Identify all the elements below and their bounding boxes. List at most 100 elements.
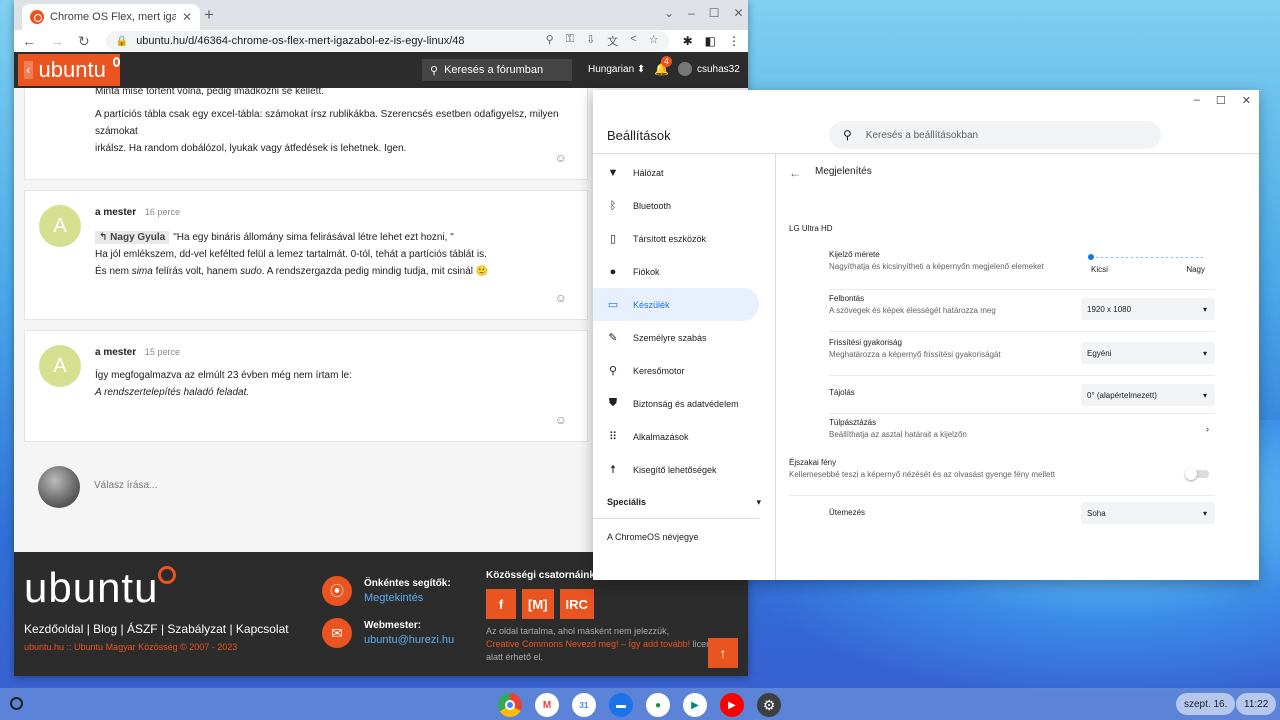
post-author[interactable]: a mester 15 perce	[95, 347, 180, 358]
row-sublabel: Kellemesebbé teszi a képernyő nézését és…	[789, 470, 1055, 479]
zoom-icon[interactable]: ⚲	[546, 33, 554, 49]
reload-icon[interactable]: ↻	[78, 33, 90, 50]
sidebar-item-accounts[interactable]: ● Fiókok	[593, 255, 759, 288]
install-icon[interactable]: ⇩	[586, 33, 595, 49]
meet-icon[interactable]: ▶	[683, 693, 707, 717]
webmaster-contact: ✉ Webmester: ubuntu@hurezi.hu	[322, 618, 454, 648]
chat-icon[interactable]: ●	[646, 693, 670, 717]
monitor-name: LG Ultra HD	[789, 224, 833, 233]
sidebar-item-connected-devices[interactable]: ▯ Társított eszközök	[593, 222, 759, 255]
sidebar-item-label: Készülék	[633, 299, 670, 310]
add-reaction-icon[interactable]: ☺	[555, 291, 567, 305]
pinned-apps: M 31 ▬ ● ▶ ▶ ⚙	[498, 693, 781, 717]
add-reaction-icon[interactable]: ☺	[555, 413, 567, 427]
sidebar-item-device[interactable]: ▭ Készülék	[593, 288, 759, 321]
sidebar-item-label: Alkalmazások	[633, 431, 689, 442]
forum-search[interactable]: ⚲ Keresés a fórumban	[422, 59, 572, 81]
clock[interactable]: 11:22	[1236, 693, 1277, 715]
display-size-row: Kijelző mérete Nagyíthatja és kicsinyíth…	[829, 250, 1215, 290]
key-icon[interactable]: ⚿	[566, 33, 574, 49]
translate-icon[interactable]: 文	[607, 33, 618, 49]
user-menu[interactable]: csuhas32	[678, 62, 740, 76]
lock-icon[interactable]: 🔒	[116, 36, 128, 47]
close-window-icon[interactable]: ✕	[1242, 94, 1251, 107]
calendar-icon[interactable]: 31	[572, 693, 596, 717]
resolution-select[interactable]: 1920 x 1080 ▾	[1081, 298, 1215, 320]
sidebar-item-advanced[interactable]: Speciális ▾	[593, 486, 775, 518]
tab-search-icon[interactable]: ⌄	[664, 6, 674, 20]
sidebar-item-search-engine[interactable]: ⚲ Keresőmotor	[593, 354, 759, 387]
share-icon[interactable]: <	[630, 33, 636, 49]
side-panel-icon[interactable]: ◧	[705, 34, 716, 48]
back-arrow-icon[interactable]: ‹	[24, 61, 33, 79]
quote-mention[interactable]: ↰ Nagy Gyula	[95, 231, 170, 244]
sidebar-item-bluetooth[interactable]: ᛒ Bluetooth	[593, 189, 759, 222]
helpers-link[interactable]: Megtekintés	[364, 592, 451, 604]
night-light-toggle[interactable]	[1185, 468, 1209, 480]
post-time[interactable]: 15 perce	[145, 347, 180, 357]
address-bar[interactable]: 🔒 ubuntu.hu/d/46364-chrome-os-flex-mert-…	[105, 31, 669, 51]
footer-links[interactable]: Kezdőoldal | Blog | ÁSZF | Szabályzat | …	[24, 622, 289, 636]
sidebar-item-accessibility[interactable]: ☨ Kisegítő lehetőségek	[593, 453, 759, 486]
slider-knob[interactable]	[1088, 254, 1094, 260]
files-icon[interactable]: ▬	[609, 693, 633, 717]
schedule-select[interactable]: Soha ▾	[1081, 502, 1215, 524]
author-name: a mester	[95, 347, 137, 358]
maximize-icon[interactable]: ☐	[1216, 94, 1226, 107]
irc-button[interactable]: IRC	[559, 589, 594, 619]
search-icon: ⚲	[430, 64, 439, 77]
sidebar-item-about[interactable]: A ChromeOS névjegye	[593, 519, 775, 555]
post-time[interactable]: 16 perce	[145, 207, 180, 217]
launcher-icon[interactable]	[10, 697, 23, 710]
facebook-button[interactable]: f	[486, 589, 516, 619]
menu-icon[interactable]: ⋮	[728, 34, 740, 48]
site-logo[interactable]: ‹ ubuntu	[18, 54, 120, 86]
minimize-icon[interactable]: –	[688, 6, 695, 20]
add-reaction-icon[interactable]: ☺	[555, 151, 567, 165]
sidebar-item-label: Társított eszközök	[633, 233, 707, 244]
orientation-select[interactable]: 0° (alapértelmezett) ▾	[1081, 384, 1215, 406]
matrix-button[interactable]: [M]	[522, 589, 554, 619]
sidebar-item-label: A ChromeOS névjegye	[607, 532, 699, 542]
sidebar-item-privacy[interactable]: ⛊ Biztonság és adatvédelem	[593, 387, 759, 420]
youtube-icon[interactable]: ▶	[720, 693, 744, 717]
refresh-rate-select[interactable]: Egyéni ▾	[1081, 342, 1215, 364]
browser-toolbar: ← → ↻ 🔒 ubuntu.hu/d/46364-chrome-os-flex…	[14, 30, 748, 52]
sidebar-item-apps[interactable]: ⠿ Alkalmazások	[593, 420, 759, 453]
license-link[interactable]: Creative Commons Nevezd meg! – Így add t…	[486, 639, 690, 649]
extensions-icon[interactable]: ✱	[683, 34, 693, 48]
sidebar-item-personalization[interactable]: ✎ Személyre szabás	[593, 321, 759, 354]
settings-search-placeholder: Keresés a beállításokban	[865, 129, 979, 141]
subpage-title: Megjelenítés	[815, 166, 872, 177]
date-display[interactable]: szept. 16.	[1176, 693, 1236, 715]
slider-max-label: Nagy	[1186, 265, 1205, 274]
reply-composer[interactable]: Válasz írása...	[24, 458, 588, 510]
close-tab-icon[interactable]: ✕	[182, 10, 192, 24]
chevron-down-icon: ▾	[756, 496, 761, 507]
language-select[interactable]: Hungarian ⬍	[588, 64, 645, 75]
chrome-icon[interactable]	[498, 693, 522, 717]
settings-search-input[interactable]: ⚲ Keresés a beállításokban	[829, 121, 1161, 149]
post-author[interactable]: a mester 16 perce	[95, 207, 180, 218]
circle-of-friends-icon	[112, 57, 120, 67]
post-text: És nem sima felírás volt, hanem sudo. A …	[95, 266, 489, 277]
notifications-bell-icon[interactable]: 🔔 4	[654, 56, 672, 76]
forward-icon[interactable]: →	[50, 33, 64, 49]
quote-author: Nagy Gyula	[110, 232, 166, 243]
gmail-icon[interactable]: M	[535, 693, 559, 717]
back-icon[interactable]: ←	[22, 33, 36, 49]
shelf: M 31 ▬ ● ▶ ▶ ⚙ szept. 16. 11:22	[0, 688, 1280, 720]
close-window-icon[interactable]: ✕	[734, 6, 744, 20]
display-size-slider[interactable]: Kicsi Nagy	[1088, 254, 1205, 274]
new-tab-icon[interactable]: +	[204, 5, 214, 25]
scroll-to-top-button[interactable]: ↑	[708, 638, 738, 668]
browser-tab[interactable]: Chrome OS Flex, mert igazából ezt ✕	[22, 4, 200, 30]
settings-icon[interactable]: ⚙	[757, 693, 781, 717]
minimize-icon[interactable]: –	[1194, 94, 1200, 107]
overscan-row[interactable]: Túlpásztázás Beállíthatja az asztal hatá…	[829, 416, 1215, 452]
bookmark-star-icon[interactable]: ☆	[649, 33, 659, 49]
webmaster-email[interactable]: ubuntu@hurezi.hu	[364, 634, 454, 646]
sidebar-item-network[interactable]: ▼ Hálózat	[593, 156, 759, 189]
back-arrow-icon[interactable]: ←	[789, 166, 801, 180]
maximize-icon[interactable]: ☐	[709, 6, 720, 20]
